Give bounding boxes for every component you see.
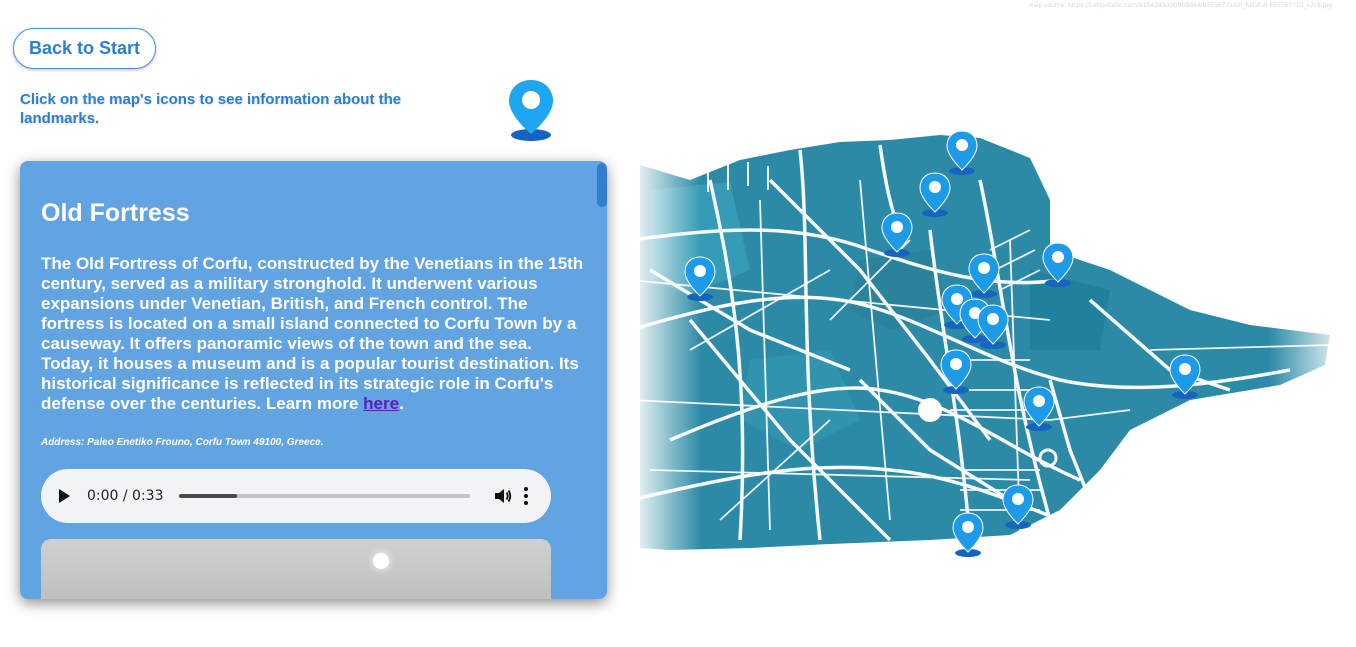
audio-progress-bar[interactable] bbox=[178, 494, 470, 498]
photo-light bbox=[373, 553, 389, 569]
map-pin-icon[interactable] bbox=[683, 256, 717, 302]
landmark-info-panel: Old Fortress The Old Fortress of Corfu, … bbox=[20, 161, 607, 599]
map-pin-icon[interactable] bbox=[945, 130, 979, 176]
map-pin-icon[interactable] bbox=[1168, 354, 1202, 400]
map-pin-icon[interactable] bbox=[880, 212, 914, 258]
map-pin-icon[interactable] bbox=[918, 172, 952, 218]
landmark-description: The Old Fortress of Corfu, constructed b… bbox=[41, 254, 586, 414]
landmark-address: Address: Paleo Enetiko Frouno, Corfu Tow… bbox=[41, 437, 324, 448]
map-pin-icon[interactable] bbox=[976, 304, 1010, 350]
map-instructions: Click on the map's icons to see informat… bbox=[20, 91, 402, 127]
back-to-start-button[interactable]: Back to Start bbox=[13, 28, 156, 69]
landmark-title: Old Fortress bbox=[41, 199, 190, 227]
map-pin-icon[interactable] bbox=[1041, 242, 1075, 288]
map-source-credit: map source: https://i.etsystatic.com/815… bbox=[1028, 2, 1332, 9]
description-period: . bbox=[399, 394, 404, 413]
audio-progress-fill bbox=[178, 494, 237, 498]
panel-scrollbar[interactable] bbox=[597, 163, 607, 207]
audio-player: 0:00 / 0:33 bbox=[41, 469, 551, 523]
learn-more-link[interactable]: here bbox=[363, 394, 399, 413]
description-text: The Old Fortress of Corfu, constructed b… bbox=[41, 254, 584, 413]
audio-time: 0:00 / 0:33 bbox=[87, 488, 164, 504]
map-pin-icon[interactable] bbox=[1022, 386, 1056, 432]
landmark-photo bbox=[41, 539, 551, 599]
map-pin-icon[interactable] bbox=[1001, 484, 1035, 530]
more-options-icon[interactable] bbox=[523, 487, 528, 505]
map-pin-icon[interactable] bbox=[951, 512, 985, 558]
map-pin-icon[interactable] bbox=[939, 349, 973, 395]
map-pin-icon bbox=[509, 80, 553, 141]
play-icon[interactable] bbox=[59, 489, 70, 503]
volume-icon[interactable] bbox=[494, 487, 512, 505]
